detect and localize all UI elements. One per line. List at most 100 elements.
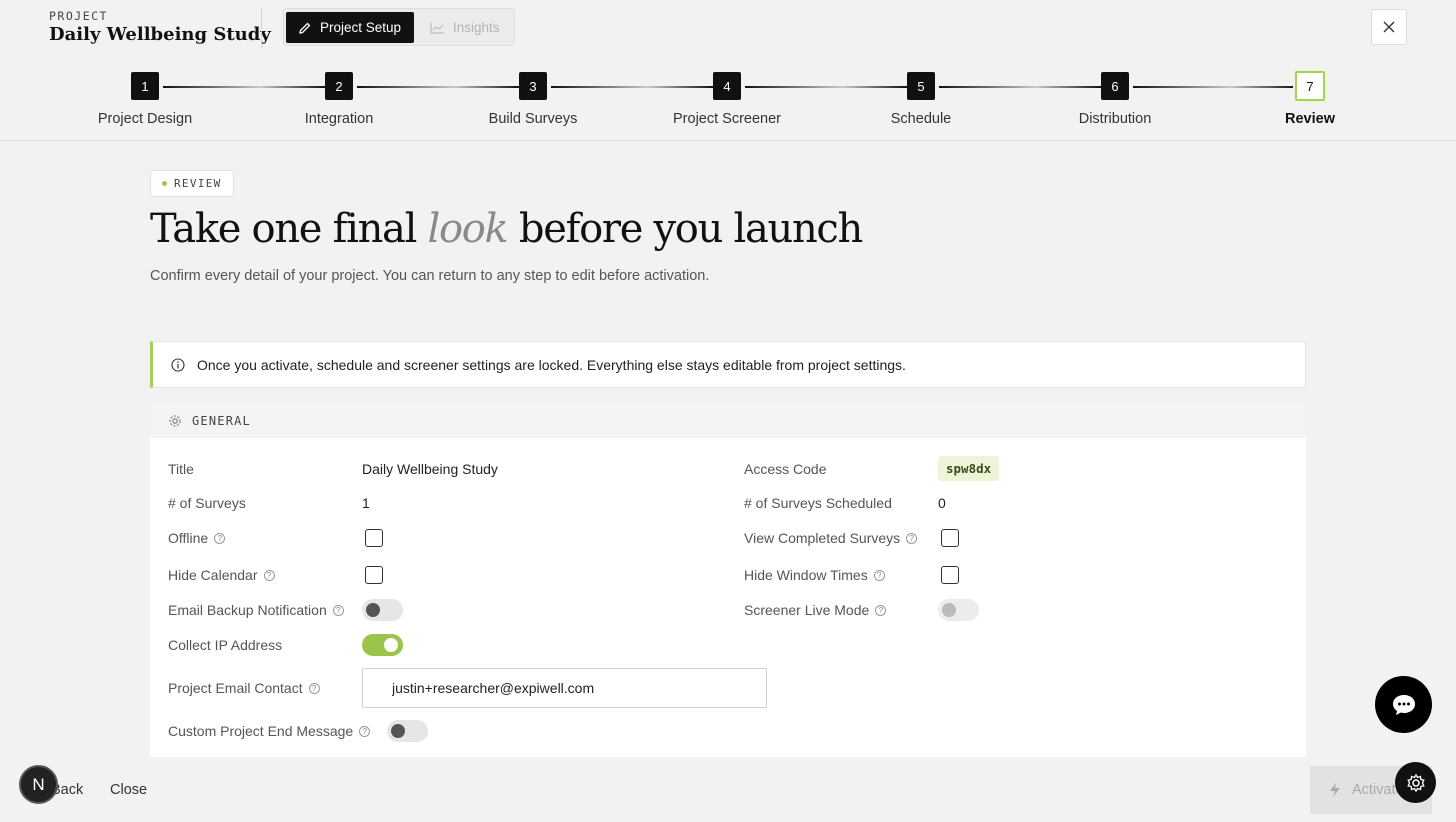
offline-label-text: Offline [168, 530, 209, 546]
email-backup-label: Email Backup Notification? [168, 602, 344, 618]
step-6-label[interactable]: Distribution [1079, 111, 1152, 127]
email-backup-toggle[interactable] [362, 599, 403, 621]
help-icon[interactable]: ? [873, 569, 885, 581]
step-3-button[interactable]: 3 [519, 72, 547, 100]
email-backup-label-text: Email Backup Notification [168, 602, 327, 618]
step-7-label[interactable]: Review [1285, 111, 1335, 127]
page-subtitle: Confirm every detail of your project. Yo… [150, 268, 710, 284]
surveys-scheduled-label: # of Surveys Scheduled [744, 495, 892, 511]
mode-switcher: Project Setup Insights [283, 8, 515, 46]
step-4-label[interactable]: Project Screener [673, 111, 781, 127]
access-code-value: spw8dx [938, 456, 1000, 481]
collect-ip-toggle[interactable] [362, 634, 403, 656]
email-contact-label: Project Email Contact? [168, 680, 320, 696]
step-2-label[interactable]: Integration [305, 111, 374, 127]
step-1-button[interactable]: 1 [131, 72, 159, 100]
help-icon[interactable]: ? [875, 604, 887, 616]
step-5-button[interactable]: 5 [907, 72, 935, 100]
help-icon[interactable]: ? [906, 532, 918, 544]
access-code-label: Access Code [744, 461, 826, 477]
hide-calendar-checkbox[interactable] [365, 566, 383, 584]
view-completed-label: View Completed Surveys? [744, 530, 918, 546]
step-connector [939, 86, 1101, 88]
settings-button[interactable] [1395, 762, 1436, 803]
gear-icon [169, 414, 181, 427]
close-button[interactable] [1371, 9, 1407, 45]
offline-checkbox[interactable] [365, 529, 383, 547]
screener-live-label: Screener Live Mode? [744, 602, 887, 618]
collect-ip-label-text: Collect IP Address [168, 637, 283, 653]
custom-end-toggle[interactable] [387, 720, 428, 742]
headline-pre: Take one final [150, 206, 417, 252]
collect-ip-label: Collect IP Address [168, 637, 282, 653]
offline-label: Offline? [168, 530, 226, 546]
screener-live-toggle[interactable] [938, 599, 979, 621]
pencil-icon [299, 22, 311, 34]
hide-calendar-label-text: Hide Calendar [168, 567, 258, 583]
view-completed-checkbox[interactable] [941, 529, 959, 547]
step-connector [1133, 86, 1295, 88]
step-5-label[interactable]: Schedule [891, 111, 951, 127]
step-2-button[interactable]: 2 [325, 72, 353, 100]
surveys-count-label-text: # of Surveys [168, 495, 246, 511]
help-icon[interactable]: ? [263, 569, 275, 581]
project-kicker: PROJECT [49, 9, 108, 23]
toggle-knob [942, 603, 956, 617]
title-label: Title [168, 461, 194, 477]
help-icon[interactable]: ? [359, 725, 371, 737]
close-link-button[interactable]: Close [110, 782, 147, 798]
hide-window-checkbox[interactable] [941, 566, 959, 584]
headline-post: before you launch [518, 206, 863, 252]
screener-live-label-text: Screener Live Mode [744, 602, 870, 618]
step-3-label[interactable]: Build Surveys [489, 111, 578, 127]
gear-icon [1406, 773, 1425, 792]
step-6-button[interactable]: 6 [1101, 72, 1129, 100]
access-code-label-text: Access Code [744, 461, 827, 477]
header-divider [261, 8, 262, 48]
status-dot [162, 181, 167, 186]
headline-emphasis: look [427, 206, 509, 252]
custom-end-label: Custom Project End Message? [168, 723, 371, 739]
custom-end-label-text: Custom Project End Message [168, 723, 354, 739]
help-icon[interactable]: ? [308, 682, 320, 694]
step-4-button[interactable]: 4 [713, 72, 741, 100]
hide-calendar-label: Hide Calendar? [168, 567, 275, 583]
chart-icon [430, 22, 444, 34]
view-completed-label-text: View Completed Surveys [744, 530, 901, 546]
lock-notice: Once you activate, schedule and screener… [150, 341, 1306, 388]
toggle-knob [366, 603, 380, 617]
step-1-label[interactable]: Project Design [98, 111, 192, 127]
general-card: GENERAL Title Daily Wellbeing Study Acce… [150, 403, 1306, 757]
help-icon[interactable]: ? [332, 604, 344, 616]
general-card-header: GENERAL [150, 403, 1306, 438]
surveys-count-value: 1 [362, 495, 370, 511]
title-value: Daily Wellbeing Study [362, 461, 498, 477]
close-icon [1383, 21, 1395, 33]
tab-project-setup-label: Project Setup [320, 20, 402, 35]
title-label-text: Title [168, 461, 194, 477]
review-badge-label: REVIEW [174, 177, 222, 190]
surveys-scheduled-label-text: # of Surveys Scheduled [744, 495, 892, 511]
help-icon[interactable]: ? [214, 532, 226, 544]
email-contact-input[interactable] [362, 668, 767, 708]
footer-bar: Back Close Activate [0, 757, 1456, 822]
project-title: Daily Wellbeing Study [49, 24, 271, 45]
hide-window-label: Hide Window Times? [744, 567, 885, 583]
tab-insights-label: Insights [453, 20, 500, 35]
tab-insights[interactable]: Insights [418, 12, 514, 43]
general-heading: GENERAL [192, 413, 251, 428]
lightning-icon [1330, 783, 1340, 797]
chat-button[interactable] [1375, 676, 1432, 733]
review-badge: REVIEW [150, 170, 234, 197]
info-icon [171, 357, 185, 372]
toggle-knob [384, 638, 398, 652]
surveys-count-label: # of Surveys [168, 495, 246, 511]
step-7-button[interactable]: 7 [1295, 71, 1325, 101]
user-avatar[interactable]: N [19, 765, 58, 804]
toggle-knob [391, 724, 405, 738]
hide-window-label-text: Hide Window Times [744, 567, 868, 583]
lock-notice-text: Once you activate, schedule and screener… [197, 356, 906, 373]
tab-project-setup[interactable]: Project Setup [286, 12, 414, 43]
chat-icon [1392, 694, 1415, 715]
email-contact-label-text: Project Email Contact [168, 680, 303, 696]
